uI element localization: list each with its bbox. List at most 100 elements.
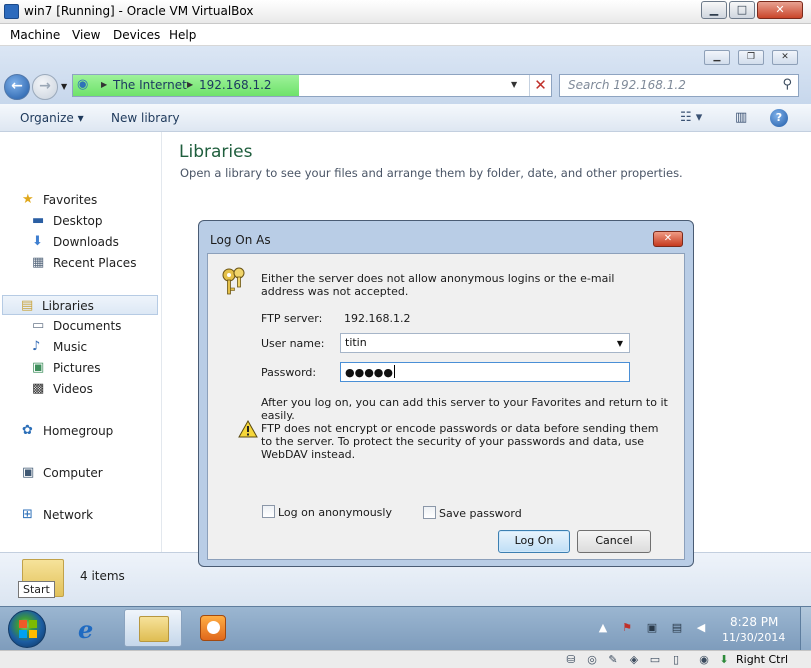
nav-pictures[interactable]: ▣ Pictures bbox=[0, 358, 160, 378]
address-bar[interactable]: ◉ ▶ The Internet ▶ 192.168.1.2 ▼ ✕ bbox=[72, 74, 552, 97]
search-icon[interactable]: ⚲ bbox=[782, 77, 792, 92]
stop-icon[interactable]: ✕ bbox=[529, 75, 551, 96]
pictures-icon: ▣ bbox=[32, 360, 45, 375]
volume-icon[interactable]: ◀ bbox=[694, 621, 708, 635]
nav-downloads-label: Downloads bbox=[53, 235, 119, 249]
network-adapter-icon[interactable]: ▯ bbox=[669, 653, 683, 667]
nav-desktop[interactable]: ▬ Desktop bbox=[0, 211, 160, 231]
forward-button[interactable]: → bbox=[32, 74, 58, 100]
breadcrumb-server[interactable]: 192.168.1.2 bbox=[199, 78, 272, 92]
optical-drive-icon[interactable]: ◎ bbox=[585, 653, 599, 667]
command-bar: Organize ▾ New library ☷ ▾ ▥ ? bbox=[0, 104, 811, 132]
downloads-icon: ⬇ bbox=[32, 234, 43, 249]
save-password-checkbox[interactable] bbox=[423, 506, 436, 519]
breadcrumb-separator-icon[interactable]: ▶ bbox=[101, 80, 107, 89]
videos-icon: ▩ bbox=[32, 381, 45, 396]
homegroup-icon: ✿ bbox=[22, 423, 33, 438]
nav-network[interactable]: ⊞ Network bbox=[0, 505, 160, 525]
nav-homegroup-label: Homegroup bbox=[43, 424, 114, 438]
explorer-restore-button[interactable]: ❐ bbox=[738, 50, 764, 65]
clock-date[interactable]: 11/30/2014 bbox=[722, 631, 785, 644]
change-view-icon[interactable]: ☷ ▾ bbox=[680, 110, 702, 125]
breadcrumb-the-internet[interactable]: The Internet bbox=[113, 78, 187, 92]
password-field[interactable]: ●●●●● bbox=[340, 362, 630, 382]
nav-recent-places-label: Recent Places bbox=[53, 256, 137, 270]
show-hidden-icons-icon[interactable]: ▲ bbox=[596, 621, 610, 635]
taskbar: e ▲ ⚑ ▣ ▤ ◀ 8:28 PM 11/30/2014 bbox=[0, 606, 811, 651]
windows-flag-icon bbox=[19, 620, 37, 638]
nav-videos-label: Videos bbox=[53, 382, 93, 396]
dialog-title: Log On As bbox=[210, 233, 271, 247]
search-box[interactable]: Search 192.168.1.2 ⚲ bbox=[559, 74, 799, 97]
ftp-server-label: FTP server: bbox=[261, 312, 323, 325]
nav-homegroup[interactable]: ✿ Homegroup bbox=[0, 421, 160, 441]
organize-menu[interactable]: Organize ▾ bbox=[20, 111, 84, 125]
explorer-minimize-button[interactable]: ▁ bbox=[704, 50, 730, 65]
close-button[interactable]: ✕ bbox=[757, 1, 803, 19]
recent-places-icon: ▦ bbox=[32, 255, 45, 270]
action-center-icon[interactable]: ⚑ bbox=[620, 621, 634, 635]
favorites-note: After you log on, you can add this serve… bbox=[261, 396, 668, 422]
nav-documents[interactable]: ▭ Documents bbox=[0, 316, 160, 336]
back-button[interactable]: ← bbox=[4, 74, 30, 100]
save-password-label[interactable]: Save password bbox=[439, 507, 522, 520]
navigation-pane: ★ Favorites ▬ Desktop ⬇ Downloads ▦ Rece… bbox=[0, 132, 162, 552]
dialog-titlebar[interactable]: Log On As ✕ bbox=[199, 221, 693, 251]
ftp-server-value: 192.168.1.2 bbox=[344, 312, 411, 325]
dialog-close-button[interactable]: ✕ bbox=[653, 231, 683, 247]
libraries-icon: ▤ bbox=[21, 298, 34, 313]
usb-icon[interactable]: ✎ bbox=[606, 653, 620, 667]
hard-disk-icon[interactable]: ⛁ bbox=[564, 653, 578, 667]
nav-downloads[interactable]: ⬇ Downloads bbox=[0, 232, 160, 252]
nav-recent-places[interactable]: ▦ Recent Places bbox=[0, 253, 160, 273]
start-button[interactable] bbox=[8, 610, 46, 648]
taskbar-explorer-button[interactable] bbox=[124, 609, 182, 647]
log-on-button[interactable]: Log On bbox=[498, 530, 570, 553]
user-name-combobox[interactable]: titin ▼ bbox=[340, 333, 630, 353]
menu-devices[interactable]: Devices bbox=[113, 28, 160, 42]
new-library-button[interactable]: New library bbox=[111, 111, 180, 125]
vbox-statusbar: ⛁ ◎ ✎ ◈ ▭ ▯ ◉ ⬇ Right Ctrl bbox=[0, 650, 811, 668]
folder-icon bbox=[139, 616, 169, 642]
minimize-button[interactable]: ▁ bbox=[701, 1, 727, 19]
cancel-button[interactable]: Cancel bbox=[577, 530, 651, 553]
display-icon[interactable]: ▭ bbox=[648, 653, 662, 667]
search-placeholder: Search 192.168.1.2 bbox=[568, 78, 686, 92]
menu-view[interactable]: View bbox=[72, 28, 100, 42]
network-tray-icon[interactable]: ▣ bbox=[645, 621, 659, 635]
virtualbox-icon bbox=[4, 4, 19, 19]
mouse-integration-icon[interactable]: ◉ bbox=[697, 653, 711, 667]
recent-pages-dropdown[interactable]: ▼ bbox=[61, 82, 67, 91]
dialog-body: Either the server does not allow anonymo… bbox=[207, 253, 685, 560]
nav-videos[interactable]: ▩ Videos bbox=[0, 379, 160, 399]
chevron-down-icon[interactable]: ▼ bbox=[617, 339, 623, 348]
nav-favorites[interactable]: ★ Favorites bbox=[0, 190, 160, 210]
star-icon: ★ bbox=[22, 192, 34, 207]
log-on-anonymously-label[interactable]: Log on anonymously bbox=[278, 506, 392, 519]
menu-help[interactable]: Help bbox=[169, 28, 196, 42]
vbox-menubar: Machine View Devices Help bbox=[0, 24, 811, 46]
nav-libraries[interactable]: ▤ Libraries bbox=[2, 295, 158, 315]
maximize-button[interactable]: □ bbox=[729, 1, 755, 19]
help-icon[interactable]: ? bbox=[770, 109, 788, 127]
show-desktop-button[interactable] bbox=[800, 607, 811, 651]
menu-machine[interactable]: Machine bbox=[10, 28, 60, 42]
nav-music[interactable]: ♪ Music bbox=[0, 337, 160, 357]
nav-music-label: Music bbox=[53, 340, 88, 354]
nav-computer[interactable]: ▣ Computer bbox=[0, 463, 160, 483]
clock-time[interactable]: 8:28 PM bbox=[730, 615, 778, 629]
warning-icon bbox=[238, 420, 258, 438]
address-history-dropdown[interactable]: ▼ bbox=[511, 80, 517, 89]
media-player-icon[interactable] bbox=[200, 615, 226, 641]
shared-folders-icon[interactable]: ◈ bbox=[627, 653, 641, 667]
internet-explorer-icon[interactable]: e bbox=[78, 615, 93, 644]
music-icon: ♪ bbox=[32, 339, 41, 354]
explorer-close-button[interactable]: ✕ bbox=[772, 50, 798, 65]
nav-favorites-label: Favorites bbox=[43, 193, 98, 207]
log-on-anonymously-checkbox[interactable] bbox=[262, 505, 275, 518]
breadcrumb-separator-icon[interactable]: ▶ bbox=[187, 80, 193, 89]
power-icon[interactable]: ▤ bbox=[670, 621, 684, 635]
network-icon: ⊞ bbox=[22, 507, 33, 522]
preview-pane-icon[interactable]: ▥ bbox=[735, 110, 747, 125]
log-on-dialog: Log On As ✕ Either the server does not a… bbox=[198, 220, 694, 567]
